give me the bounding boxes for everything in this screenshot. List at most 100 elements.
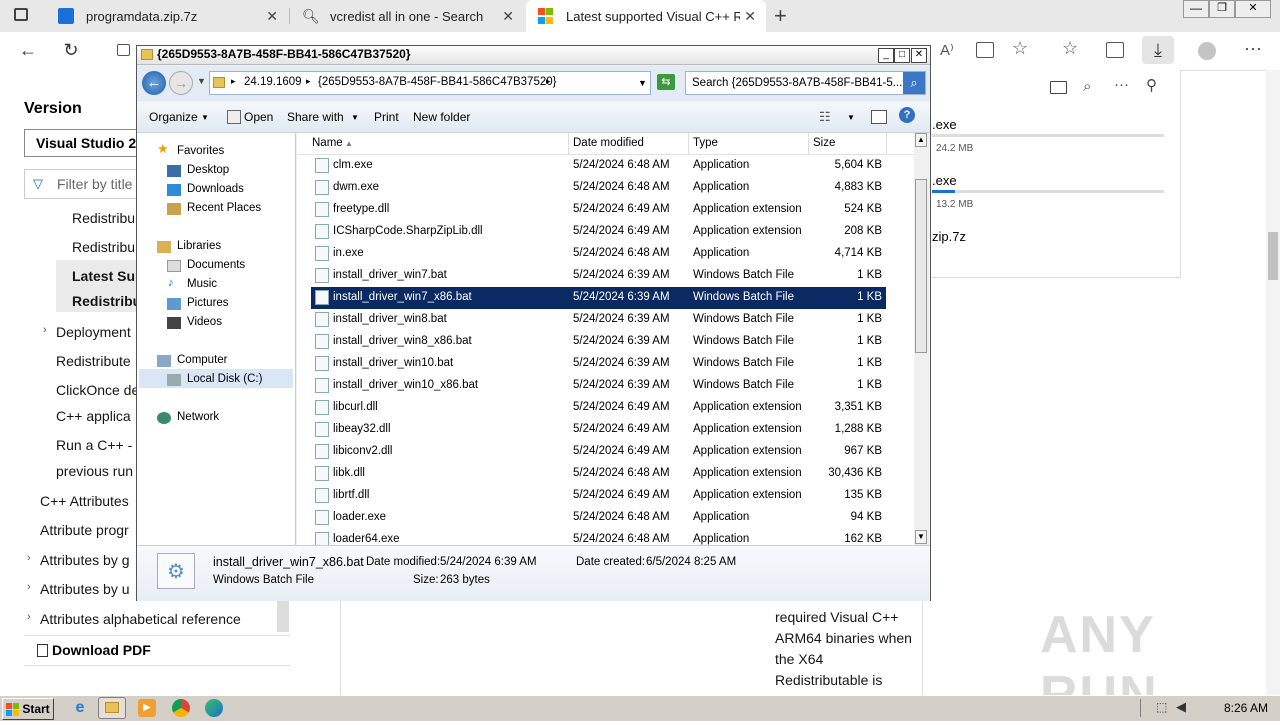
nav-item[interactable]: Deployment <box>56 324 131 340</box>
nav-item[interactable]: Attributes alphabetical reference <box>40 611 241 627</box>
search-box[interactable]: Search {265D9553-8A7B-458F-BB41-5... ⌕ <box>685 71 926 95</box>
scroll-thumb[interactable] <box>915 179 927 353</box>
more-options-icon[interactable]: ··· <box>1244 38 1262 59</box>
preview-pane-icon[interactable] <box>871 110 887 124</box>
chevron-down-icon[interactable]: ▼ <box>197 76 206 86</box>
chevron-right-icon[interactable]: › <box>27 581 31 593</box>
collections-icon[interactable] <box>1106 42 1124 58</box>
new-folder-button[interactable]: New folder <box>413 110 470 124</box>
close-icon[interactable]: ✕ <box>502 8 514 25</box>
favorites-icon[interactable]: ☆ <box>1062 38 1078 59</box>
nav-item[interactable]: Redistribu <box>72 239 135 255</box>
chevron-right-icon[interactable]: › <box>27 552 31 564</box>
nav-music[interactable]: Music <box>187 278 217 290</box>
download-item-name[interactable]: .exe <box>932 173 957 188</box>
maximize-icon[interactable]: □ <box>894 48 910 63</box>
table-row[interactable]: loader64.exe 5/24/2024 6:48 AM Application… <box>311 529 886 545</box>
refresh-icon[interactable]: ⇆ <box>657 74 675 90</box>
chevron-right-icon[interactable]: › <box>43 324 47 336</box>
downloads-icon[interactable]: ⤓ <box>1142 36 1174 64</box>
address-box[interactable]: ▸ 24.19.1609 ▸ {265D9553-8A7B-458F-BB41-… <box>209 71 651 95</box>
table-row[interactable]: install_driver_win7.bat 5/24/2024 6:39 AM… <box>311 265 886 287</box>
scroll-down-icon[interactable]: ▼ <box>915 530 927 544</box>
table-row[interactable]: dwm.exe 5/24/2024 6:48 AM Application 4,883… <box>311 177 886 199</box>
edge-icon[interactable] <box>205 699 223 717</box>
print-button[interactable]: Print <box>374 110 399 124</box>
more-options-icon[interactable]: ··· <box>1114 76 1129 93</box>
back-arrow-icon[interactable]: ← <box>15 37 41 63</box>
new-tab-button[interactable]: + <box>774 3 787 29</box>
table-row[interactable]: in.exe 5/24/2024 6:48 AM Application 4,714 … <box>311 243 886 265</box>
nav-documents[interactable]: Documents <box>187 259 245 271</box>
table-row[interactable]: install_driver_win10.bat 5/24/2024 6:39 A… <box>311 353 886 375</box>
close-window-button[interactable]: ✕ <box>1235 0 1271 18</box>
table-row[interactable]: libiconv2.dll 5/24/2024 6:49 AM Applicatio… <box>311 441 886 463</box>
chevron-right-icon[interactable]: › <box>27 611 31 623</box>
column-separator[interactable] <box>568 133 569 154</box>
nav-recent-places[interactable]: Recent Places <box>187 202 261 214</box>
page-scrollbar[interactable] <box>1266 70 1280 695</box>
profile-avatar[interactable] <box>1198 42 1216 60</box>
table-row[interactable]: freetype.dll 5/24/2024 6:49 AM Application… <box>311 199 886 221</box>
table-row[interactable]: install_driver_win8.bat 5/24/2024 6:39 AM… <box>311 309 886 331</box>
nav-item[interactable]: Redistribu <box>72 210 135 226</box>
media-player-icon[interactable]: ▶ <box>138 699 156 717</box>
download-item-name[interactable]: .exe <box>932 117 957 132</box>
nav-item[interactable]: Attributes by u <box>40 581 130 597</box>
immersive-reader-icon[interactable] <box>976 42 994 58</box>
nav-item[interactable]: Run a C++ - <box>56 437 132 453</box>
close-icon[interactable]: ✕ <box>744 8 756 25</box>
file-list-scrollbar[interactable]: ▲ ▼ <box>914 133 928 545</box>
pin-icon[interactable]: ⚲ <box>1146 76 1157 94</box>
internet-explorer-icon[interactable]: e <box>71 699 89 717</box>
nav-downloads[interactable]: Downloads <box>187 183 244 195</box>
chrome-icon[interactable] <box>172 699 190 717</box>
breadcrumb-item[interactable]: 24.19.1609 <box>244 76 302 88</box>
table-row[interactable]: ICSharpCode.SharpZipLib.dll 5/24/2024 6:4… <box>311 221 886 243</box>
view-options-icon[interactable]: ☷ <box>819 109 831 125</box>
tab-search[interactable]: 🔍︎ vcredist all in one - Search ✕ <box>290 0 524 32</box>
search-icon[interactable]: ⌕ <box>1083 78 1091 95</box>
lock-icon[interactable] <box>117 44 130 56</box>
column-separator[interactable] <box>886 133 887 154</box>
nav-item[interactable]: C++ Attributes <box>40 493 129 509</box>
chevron-down-icon[interactable]: ▼ <box>351 113 359 122</box>
table-row[interactable]: loader.exe 5/24/2024 6:48 AM Application 94… <box>311 507 886 529</box>
tab-visual-cpp[interactable]: Latest supported Visual C++ Red ✕ <box>526 0 766 32</box>
nav-item[interactable]: Redistribute <box>56 353 131 369</box>
nav-item[interactable]: Attributes by g <box>40 552 130 568</box>
refresh-icon[interactable]: ↻ <box>58 37 84 63</box>
column-separator[interactable] <box>688 133 689 154</box>
nav-pictures[interactable]: Pictures <box>187 297 229 309</box>
restore-window-button[interactable]: ❐ <box>1209 0 1235 18</box>
table-row[interactable]: install_driver_win8_x86.bat 5/24/2024 6:3… <box>311 331 886 353</box>
read-aloud-icon[interactable]: A⁾ <box>940 41 954 59</box>
back-arrow-icon[interactable]: ← <box>142 71 166 95</box>
nav-videos[interactable]: Videos <box>187 316 222 328</box>
column-separator[interactable] <box>808 133 809 154</box>
explorer-title-bar[interactable]: {265D9553-8A7B-458F-BB41-586C47B37520} _… <box>137 46 930 65</box>
minimize-icon[interactable]: _ <box>878 48 894 63</box>
nav-libraries[interactable]: Libraries <box>177 240 221 252</box>
minimize-window-button[interactable]: — <box>1183 0 1209 18</box>
start-button[interactable]: Start <box>2 698 54 720</box>
download-pdf-link[interactable]: Download PDF <box>52 642 151 658</box>
close-icon[interactable]: ✕ <box>266 8 278 25</box>
table-row-selected[interactable]: install_driver_win7_x86.bat 5/24/2024 6:3… <box>311 287 886 309</box>
table-row[interactable]: librtf.dll 5/24/2024 6:49 AM Application e… <box>311 485 886 507</box>
breadcrumb-item[interactable]: {265D9553-8A7B-458F-BB41-586C47B37520} <box>318 76 557 88</box>
nav-item[interactable]: C++ applica <box>56 408 131 424</box>
column-size[interactable]: Size <box>813 137 835 149</box>
share-with-button[interactable]: Share with <box>287 110 344 124</box>
open-button[interactable]: Open <box>244 110 273 124</box>
table-row[interactable]: clm.exe 5/24/2024 6:48 AM Application 5,604… <box>311 155 886 177</box>
nav-item[interactable]: ClickOnce de <box>56 382 139 398</box>
nav-item[interactable]: Attribute progr <box>40 522 129 538</box>
file-explorer-icon[interactable] <box>98 697 126 719</box>
table-row[interactable]: install_driver_win10_x86.bat 5/24/2024 6:… <box>311 375 886 397</box>
table-row[interactable]: libk.dll 5/24/2024 6:48 AM Application ext… <box>311 463 886 485</box>
tab-programdata[interactable]: programdata.zip.7z ✕ <box>46 0 288 32</box>
network-tray-icon[interactable]: ⬚ <box>1156 700 1167 714</box>
nav-favorites[interactable]: Favorites <box>177 145 224 157</box>
scroll-thumb[interactable] <box>1268 232 1278 280</box>
